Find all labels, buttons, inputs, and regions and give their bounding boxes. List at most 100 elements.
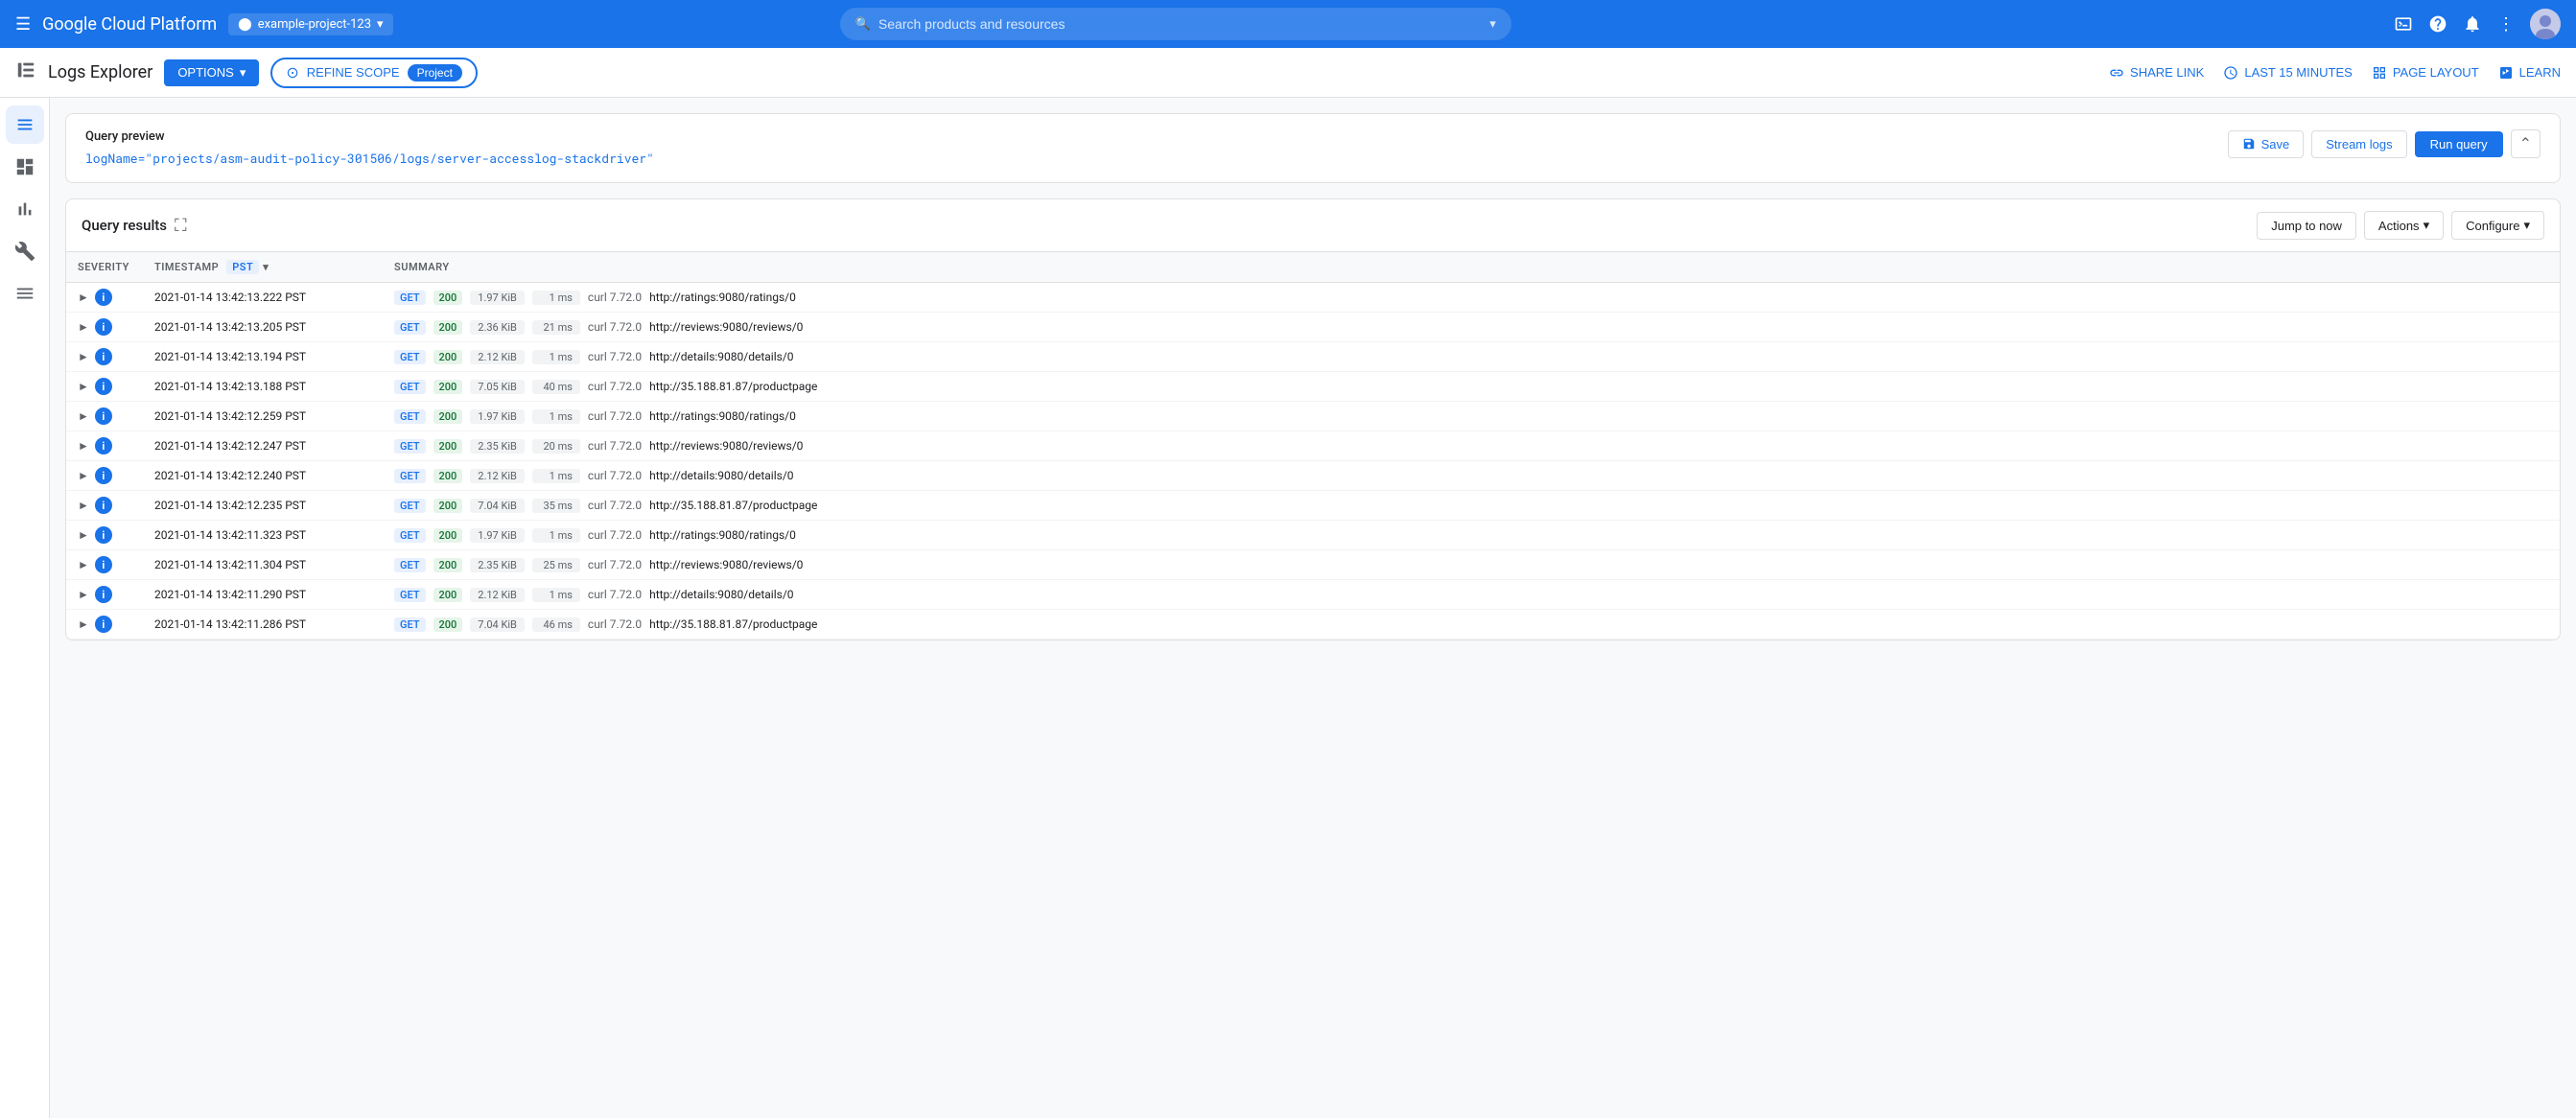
nav-icons: ⋮ — [2394, 9, 2561, 39]
status-badge: 200 — [433, 439, 463, 454]
sidebar-item-list[interactable] — [6, 274, 44, 313]
main-content: Query preview logName="projects/asm-audi… — [50, 98, 2576, 1118]
duration-badge: 1 ms — [532, 469, 580, 483]
size-badge: 7.04 KiB — [470, 499, 525, 513]
expand-row-button[interactable]: ► — [78, 617, 89, 631]
timestamp-cell: 2021-01-14 13:42:12.247 PST — [143, 431, 383, 461]
table-row: ► i 2021-01-14 13:42:12.235 PST GET 200 … — [66, 491, 2560, 521]
user-avatar[interactable] — [2530, 9, 2561, 39]
search-input[interactable] — [878, 16, 1482, 32]
configure-chevron-icon: ▾ — [2523, 218, 2530, 233]
log-table: SEVERITY TIMESTAMP PST ▾ SUMMARY — [66, 252, 2560, 640]
duration-badge: 1 ms — [532, 528, 580, 543]
severity-badge: i — [95, 289, 112, 306]
col-timestamp[interactable]: TIMESTAMP PST ▾ — [143, 252, 383, 283]
sidebar-item-tools[interactable] — [6, 232, 44, 270]
table-row: ► i 2021-01-14 13:42:11.290 PST GET 200 … — [66, 580, 2560, 610]
hamburger-menu[interactable]: ☰ — [15, 14, 31, 35]
stream-logs-button[interactable]: Stream logs — [2311, 130, 2406, 158]
status-badge: 200 — [433, 588, 463, 602]
summary-cell: GET 200 7.04 KiB 35 ms curl 7.72.0 http:… — [383, 491, 2560, 521]
severity-badge: i — [95, 348, 112, 365]
status-badge: 200 — [433, 409, 463, 424]
expand-row-button[interactable]: ► — [78, 350, 89, 363]
search-bar[interactable]: 🔍 ▾ — [840, 8, 1511, 40]
user-agent-text: curl 7.72.0 — [588, 409, 642, 423]
expand-row-button[interactable]: ► — [78, 558, 89, 571]
learn-button[interactable]: LEARN — [2498, 65, 2561, 81]
summary-cell: GET 200 1.97 KiB 1 ms curl 7.72.0 http:/… — [383, 402, 2560, 431]
timestamp-cell: 2021-01-14 13:42:13.205 PST — [143, 313, 383, 342]
share-link-button[interactable]: SHARE LINK — [2109, 65, 2204, 81]
severity-cell: ► i — [66, 491, 143, 521]
user-agent-text: curl 7.72.0 — [588, 617, 642, 631]
size-badge: 2.12 KiB — [470, 469, 525, 483]
method-badge: GET — [394, 439, 426, 454]
options-button[interactable]: OPTIONS ▾ — [164, 59, 259, 86]
expand-row-button[interactable]: ► — [78, 320, 89, 334]
project-selector[interactable]: ⬤ example-project-123 ▾ — [228, 13, 392, 35]
expand-row-button[interactable]: ► — [78, 380, 89, 393]
method-badge: GET — [394, 499, 426, 513]
results-header: Query results ⛶ Jump to now Actions ▾ Co… — [66, 199, 2560, 252]
query-preview-card: Query preview logName="projects/asm-audi… — [65, 113, 2561, 183]
notifications-icon[interactable] — [2463, 14, 2482, 34]
query-preview-left: Query preview logName="projects/asm-audi… — [85, 129, 654, 167]
size-badge: 2.12 KiB — [470, 588, 525, 602]
severity-badge: i — [95, 497, 112, 514]
url-text: http://details:9080/details/0 — [649, 469, 793, 482]
expand-row-button[interactable]: ► — [78, 469, 89, 482]
expand-row-button[interactable]: ► — [78, 528, 89, 542]
user-agent-text: curl 7.72.0 — [588, 499, 642, 512]
page-title: Logs Explorer — [48, 62, 152, 82]
save-button[interactable]: Save — [2228, 130, 2305, 158]
severity-cell: ► i — [66, 580, 143, 610]
summary-cell: GET 200 1.97 KiB 1 ms curl 7.72.0 http:/… — [383, 283, 2560, 313]
expand-row-button[interactable]: ► — [78, 499, 89, 512]
more-options-icon[interactable]: ⋮ — [2497, 14, 2515, 35]
sidebar-item-metrics[interactable] — [6, 190, 44, 228]
summary-cell: GET 200 2.35 KiB 25 ms curl 7.72.0 http:… — [383, 550, 2560, 580]
sidebar-toggle[interactable] — [15, 59, 36, 86]
help-icon[interactable] — [2428, 14, 2447, 34]
size-badge: 1.97 KiB — [470, 528, 525, 543]
run-query-button[interactable]: Run query — [2415, 131, 2503, 157]
status-badge: 200 — [433, 380, 463, 394]
last-15-minutes-button[interactable]: LAST 15 MINUTES — [2223, 65, 2352, 81]
refine-scope-button[interactable]: ⊙ REFINE SCOPE Project — [270, 58, 478, 88]
configure-button[interactable]: Configure ▾ — [2451, 211, 2544, 240]
query-text: logName="projects/asm-audit-policy-30150… — [85, 150, 654, 167]
sidebar-item-dashboard[interactable] — [6, 148, 44, 186]
severity-badge: i — [95, 378, 112, 395]
expand-row-button[interactable]: ► — [78, 588, 89, 601]
summary-cell: GET 200 2.12 KiB 1 ms curl 7.72.0 http:/… — [383, 580, 2560, 610]
timestamp-cell: 2021-01-14 13:42:11.323 PST — [143, 521, 383, 550]
duration-badge: 21 ms — [532, 320, 580, 335]
actions-button[interactable]: Actions ▾ — [2364, 211, 2444, 240]
status-badge: 200 — [433, 499, 463, 513]
timestamp-cell: 2021-01-14 13:42:12.240 PST — [143, 461, 383, 491]
expand-results-button[interactable]: ⛶ — [175, 216, 187, 236]
sidebar-item-logs[interactable] — [6, 105, 44, 144]
size-badge: 2.36 KiB — [470, 320, 525, 335]
expand-row-button[interactable]: ► — [78, 409, 89, 423]
status-badge: 200 — [433, 350, 463, 364]
size-badge: 1.97 KiB — [470, 409, 525, 424]
expand-row-button[interactable]: ► — [78, 291, 89, 304]
expand-row-button[interactable]: ► — [78, 439, 89, 453]
collapse-button[interactable]: ⌃ — [2511, 129, 2541, 158]
terminal-icon[interactable] — [2394, 14, 2413, 34]
jump-to-now-button[interactable]: Jump to now — [2257, 212, 2356, 240]
table-row: ► i 2021-01-14 13:42:13.188 PST GET 200 … — [66, 372, 2560, 402]
user-agent-text: curl 7.72.0 — [588, 469, 642, 482]
actions-chevron-icon: ▾ — [2424, 218, 2430, 233]
summary-cell: GET 200 2.35 KiB 20 ms curl 7.72.0 http:… — [383, 431, 2560, 461]
table-row: ► i 2021-01-14 13:42:12.259 PST GET 200 … — [66, 402, 2560, 431]
timestamp-cell: 2021-01-14 13:42:12.235 PST — [143, 491, 383, 521]
severity-badge: i — [95, 408, 112, 425]
col-severity: SEVERITY — [66, 252, 143, 283]
method-badge: GET — [394, 350, 426, 364]
severity-badge: i — [95, 467, 112, 484]
size-badge: 1.97 KiB — [470, 291, 525, 305]
page-layout-button[interactable]: PAGE LAYOUT — [2372, 65, 2479, 81]
